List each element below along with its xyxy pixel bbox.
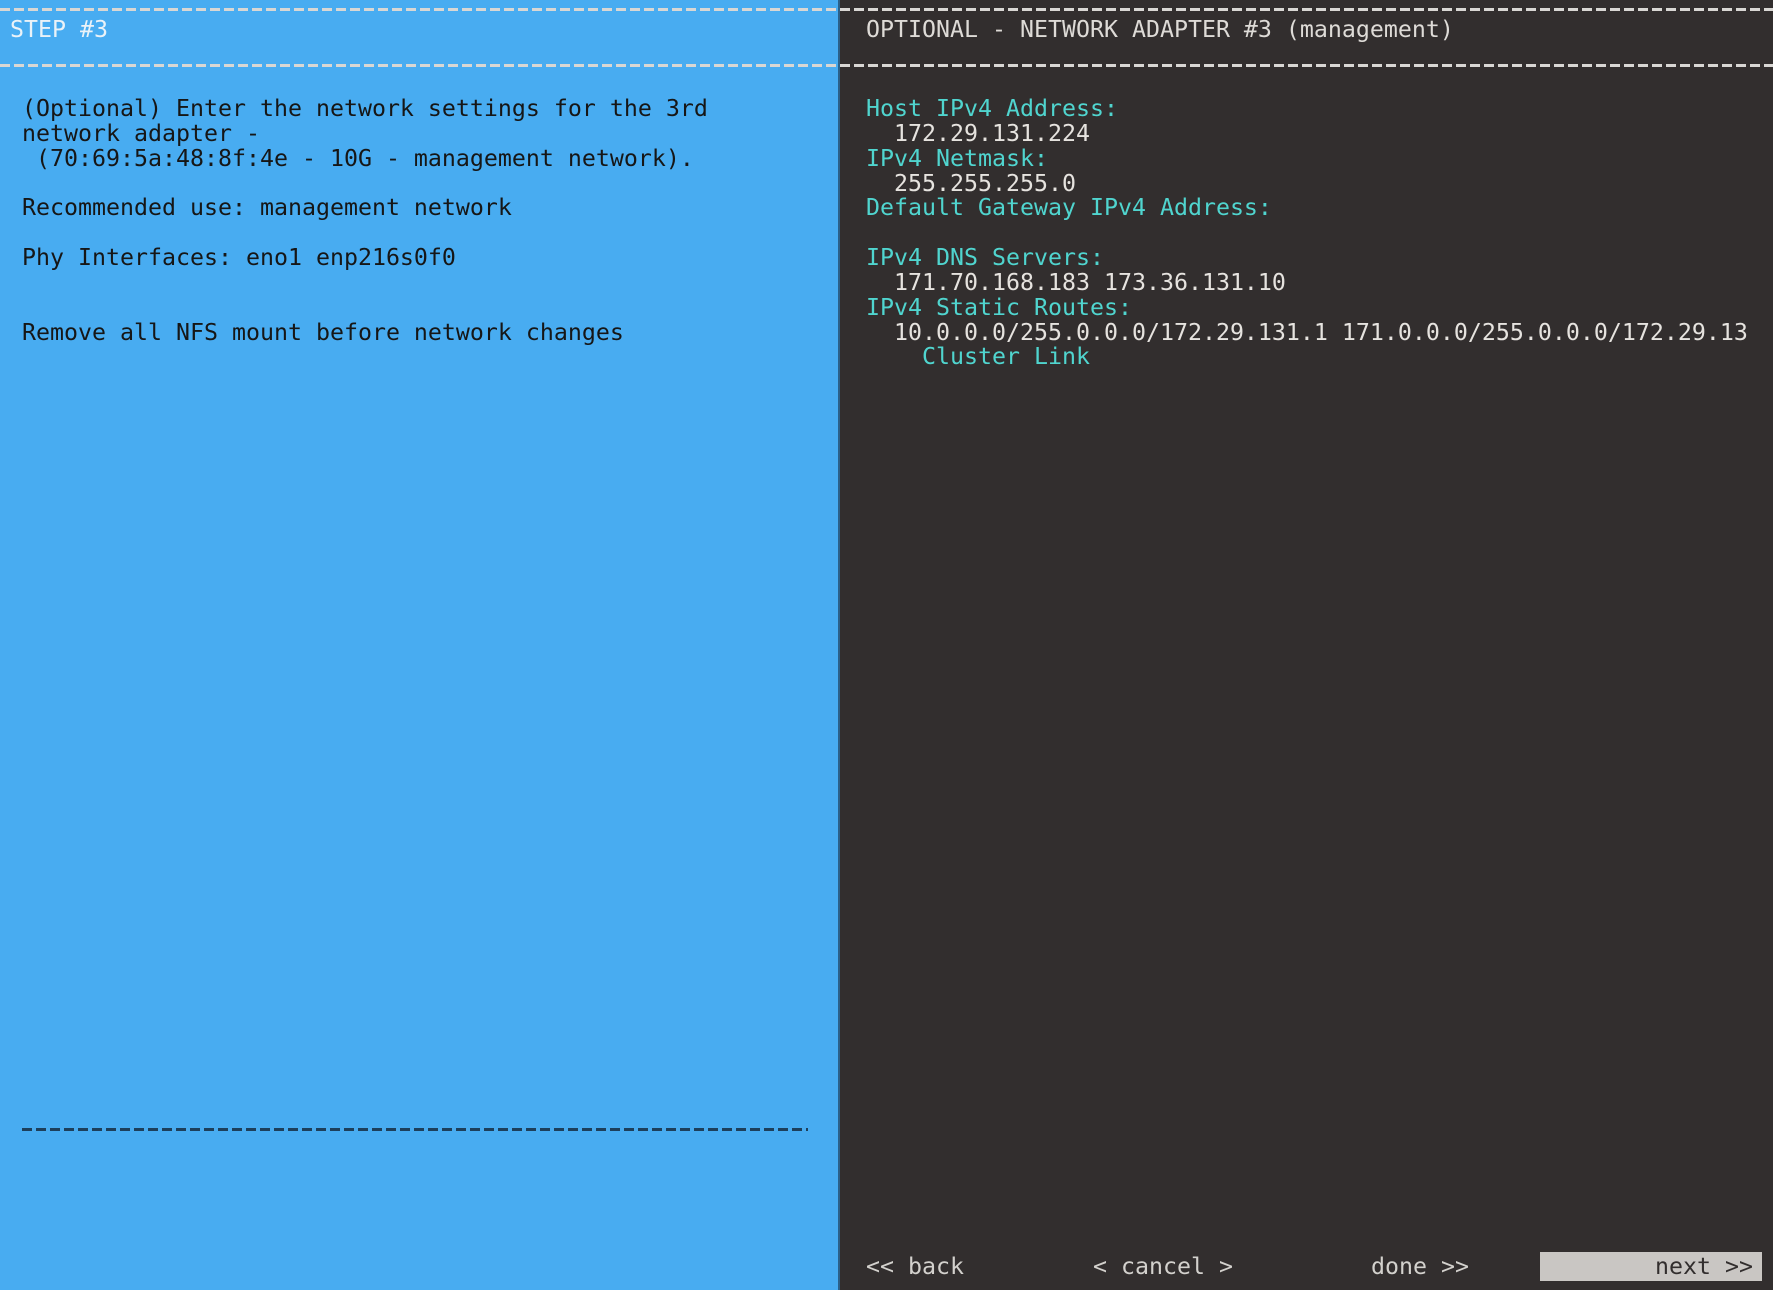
step-text-line <box>22 221 830 246</box>
step-text-line: Phy Interfaces: eno1 enp216s0f0 <box>22 244 456 272</box>
header-dashed-rule-bottom <box>0 64 838 67</box>
next-button[interactable]: next >> <box>1540 1252 1762 1281</box>
field-value[interactable]: 10.0.0.0/255.0.0.0/172.29.131.1 171.0.0.… <box>866 320 1773 346</box>
header-dashed-rule-top <box>0 8 838 11</box>
network-fields: Host IPv4 Address: 172.29.131.224 IPv4 Ne… <box>866 95 1773 370</box>
field-spacer <box>866 221 1773 246</box>
step-description: (Optional) Enter the network settings fo… <box>22 95 830 346</box>
field-label: IPv4 DNS Servers: <box>866 244 1104 272</box>
step-text-line: (Optional) Enter the network settings fo… <box>22 95 708 122</box>
adapter-panel-title: OPTIONAL - NETWORK ADAPTER #3 (managemen… <box>866 16 1454 43</box>
header-dashed-rule-top <box>840 8 1773 11</box>
step-text-line: Recommended use: management network <box>22 194 512 222</box>
step-text-line: Remove all NFS mount before network chan… <box>22 318 624 346</box>
cancel-button[interactable]: < cancel > <box>1093 1252 1233 1281</box>
field-value[interactable]: 172.29.131.224 <box>866 121 1773 147</box>
done-button[interactable]: done >> <box>1371 1252 1469 1281</box>
field-option[interactable]: Cluster Link <box>866 345 1773 370</box>
field-value[interactable]: 171.70.168.183 173.36.131.10 <box>866 270 1773 296</box>
header-dashed-rule-bottom <box>840 64 1773 67</box>
field-label: IPv4 Netmask: <box>866 144 1048 172</box>
installer-console-screen: STEP #3 (Optional) Enter the network set… <box>0 0 1773 1290</box>
step-text-line <box>22 296 830 321</box>
step-text-line: network adapter - <box>22 119 260 147</box>
adapter-panel: OPTIONAL - NETWORK ADAPTER #3 (managemen… <box>838 0 1773 1290</box>
step-separator-dashed-line <box>22 1128 808 1131</box>
step-text-line <box>22 271 830 296</box>
field-label: IPv4 Static Routes: <box>866 293 1132 321</box>
field-value[interactable]: 255.255.255.0 <box>866 171 1773 197</box>
step-text-line <box>22 172 830 197</box>
field-label: Host IPv4 Address: <box>866 95 1118 122</box>
step-panel: STEP #3 (Optional) Enter the network set… <box>0 0 838 1290</box>
step-text-line: (70:69:5a:48:8f:4e - 10G - management ne… <box>22 144 694 172</box>
back-button[interactable]: << back <box>866 1252 964 1281</box>
step-panel-title: STEP #3 <box>10 16 108 43</box>
field-label: Default Gateway IPv4 Address: <box>866 194 1272 222</box>
